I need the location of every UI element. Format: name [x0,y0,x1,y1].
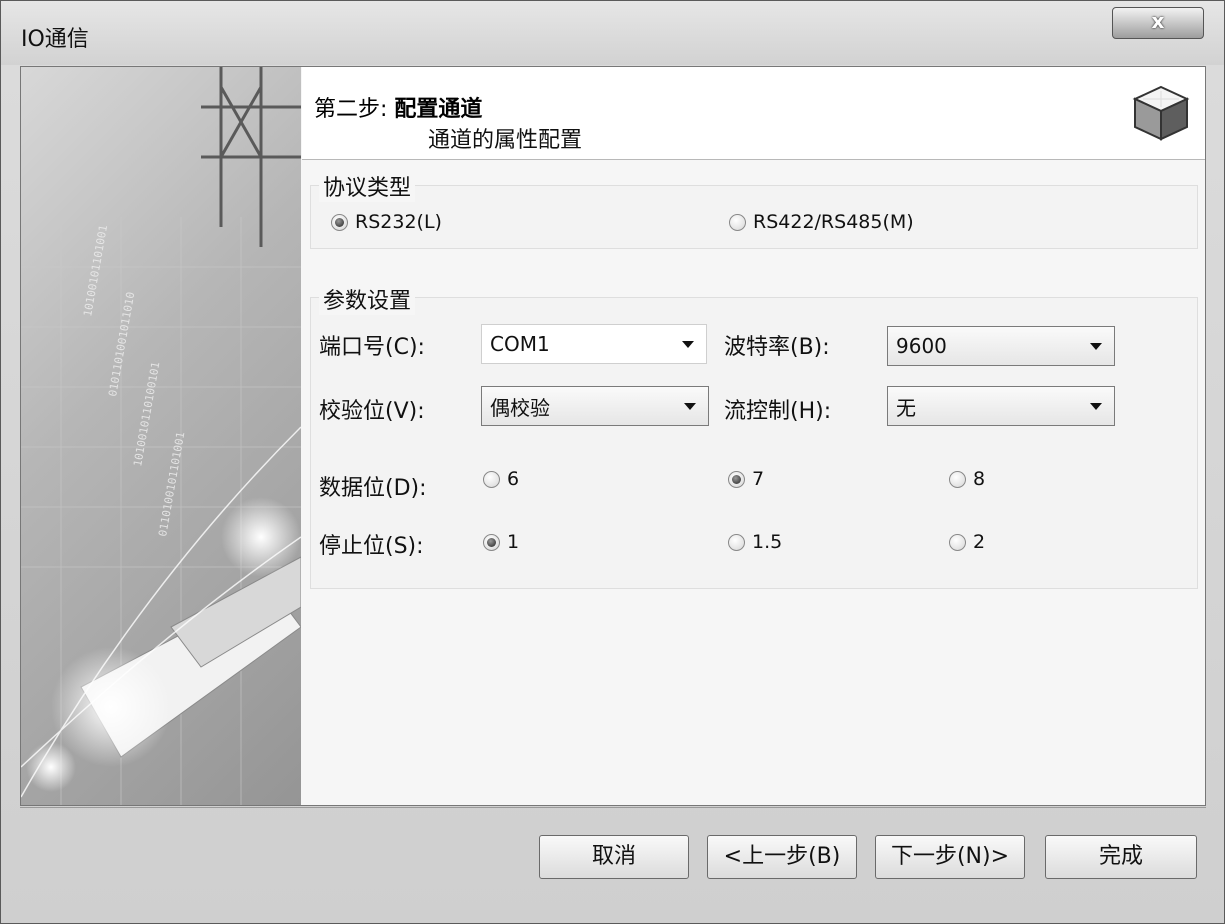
radio-stop-bits-1[interactable]: 1 [483,531,519,553]
data-bits-8-label: 8 [973,468,986,490]
radio-selected-icon [331,213,348,231]
radio-rs232[interactable]: RS232(L) [331,211,442,233]
data-bits-6-label: 6 [507,468,520,490]
parity-select[interactable]: 偶校验 [481,386,709,426]
svg-text:1010010110100101: 1010010110100101 [131,361,162,468]
radio-unselected-icon [483,470,500,488]
radio-data-bits-7[interactable]: 7 [728,468,764,490]
protocol-group-label: 协议类型 [319,170,416,202]
baud-value: 9600 [896,334,947,358]
io-dialog-window: IO通信 x 10100101101001 0101101001011010 1… [0,0,1225,924]
cancel-button[interactable]: 取消 [539,835,689,879]
baud-select[interactable]: 9600 [887,326,1115,366]
radio-unselected-icon [949,470,966,488]
radio-stop-bits-1-5[interactable]: 1.5 [728,531,782,553]
step-subtitle: 通道的属性配置 [428,128,583,153]
back-button[interactable]: <上一步(B) [707,835,857,879]
radio-stop-bits-2[interactable]: 2 [949,531,985,553]
svg-text:0101101001011010: 0101101001011010 [106,291,137,398]
title-bar: IO通信 x [1,1,1224,65]
radio-rs422-label: RS422/RS485(M) [753,211,914,233]
close-icon: x [1151,9,1165,33]
chevron-down-icon [1090,403,1102,410]
dialog-client-area: 10100101101001 0101101001011010 10100101… [20,66,1206,806]
footer-divider [20,807,1206,808]
cube-icon [1132,85,1190,141]
port-label: 端口号(C): [319,335,425,360]
flow-value: 无 [896,395,916,420]
baud-label: 波特率(B): [724,335,830,360]
stop-bits-label: 停止位(S): [319,534,424,559]
chevron-down-icon [1090,343,1102,350]
chevron-down-icon [684,403,696,410]
radio-selected-icon [728,470,745,488]
parity-label: 校验位(V): [319,399,425,424]
radio-unselected-icon [729,213,746,231]
radio-rs232-label: RS232(L) [355,211,442,233]
stop-bits-2-label: 2 [973,531,986,553]
port-select[interactable]: COM1 [481,324,707,364]
port-value: COM1 [490,332,550,356]
data-bits-7-label: 7 [752,468,765,490]
parity-value: 偶校验 [490,395,550,420]
radio-unselected-icon [728,533,745,551]
wizard-header: 第二步: 配置通道 通道的属性配置 [302,67,1205,160]
finish-button[interactable]: 完成 [1045,835,1197,879]
svg-text:10100101101001: 10100101101001 [81,224,110,318]
step-name: 配置通道 [394,97,483,122]
data-bits-label: 数据位(D): [319,476,427,501]
step-title: 第二步: 配置通道 [314,91,482,123]
radio-rs422-rs485[interactable]: RS422/RS485(M) [729,211,914,233]
chevron-down-icon [682,341,694,348]
flow-select[interactable]: 无 [887,386,1115,426]
wizard-side-image: 10100101101001 0101101001011010 10100101… [21,67,301,805]
next-button[interactable]: 下一步(N)> [875,835,1025,879]
radio-data-bits-8[interactable]: 8 [949,468,985,490]
flow-label: 流控制(H): [724,399,832,424]
window-title: IO通信 [21,27,89,52]
radio-data-bits-6[interactable]: 6 [483,468,519,490]
close-button[interactable]: x [1112,7,1204,39]
radio-selected-icon [483,533,500,551]
stop-bits-1-5-label: 1.5 [752,531,783,553]
industrial-graphic-icon: 10100101101001 0101101001011010 10100101… [21,67,301,805]
radio-unselected-icon [949,533,966,551]
params-group-label: 参数设置 [319,283,416,315]
stop-bits-1-label: 1 [507,531,520,553]
step-prefix: 第二步: [314,97,388,122]
